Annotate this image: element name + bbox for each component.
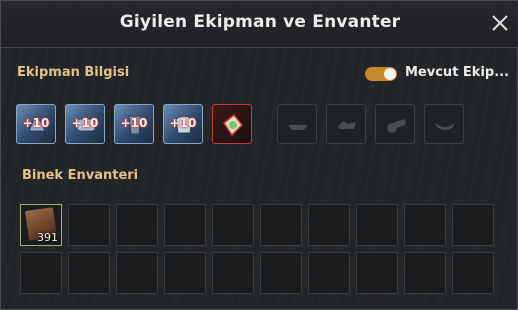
equip-slot-gem[interactable] (212, 104, 252, 144)
inventory-cell[interactable] (116, 204, 158, 246)
inventory-cell[interactable] (164, 204, 206, 246)
inventory-cell[interactable] (404, 204, 446, 246)
current-equipment-label: Mevcut Ekip... (405, 65, 510, 80)
enhancement-label: +10 (22, 116, 50, 130)
inventory-cell[interactable] (20, 252, 62, 294)
gem-card-icon (222, 113, 244, 137)
equipment-info-label: Ekipman Bilgisi (17, 65, 130, 80)
toggle-knob (384, 68, 396, 80)
current-equipment-toggle[interactable] (365, 67, 397, 81)
inventory-cell[interactable] (404, 252, 446, 294)
equip-slot-ornament[interactable] (424, 104, 464, 144)
close-icon[interactable] (489, 12, 511, 34)
inventory-cell[interactable] (452, 252, 494, 294)
inventory-cell[interactable] (68, 204, 110, 246)
inventory-cell[interactable] (212, 252, 254, 294)
inventory-cell[interactable] (260, 252, 302, 294)
cargo-slot-icon (338, 121, 356, 129)
inventory-cell[interactable] (164, 252, 206, 294)
equip-slot-head[interactable]: +10 (16, 104, 56, 144)
inventory-cell[interactable] (308, 204, 350, 246)
equip-slot-mask[interactable]: +10 (114, 104, 154, 144)
enhancement-label: +10 (169, 116, 197, 130)
equip-slot-barding[interactable]: +10 (163, 104, 203, 144)
cannon-slot-icon (387, 119, 407, 133)
inventory-cell[interactable] (116, 252, 158, 294)
inventory-cell[interactable] (356, 252, 398, 294)
title-bar: Giyilen Ekipman ve Envanter (1, 1, 518, 48)
inventory-cell[interactable] (212, 204, 254, 246)
enhancement-label: +10 (71, 116, 99, 130)
enhancement-label: +10 (120, 116, 148, 130)
mount-inventory-label: Binek Envanteri (22, 168, 139, 183)
equip-slot-boat[interactable] (277, 104, 317, 144)
inventory-cell[interactable] (260, 204, 302, 246)
inventory-cell[interactable] (452, 204, 494, 246)
equip-slot-body[interactable]: +10 (65, 104, 105, 144)
inventory-cell[interactable] (356, 204, 398, 246)
boat-slot-icon (288, 125, 308, 130)
equip-slot-cannon[interactable] (375, 104, 415, 144)
inventory-cell[interactable] (308, 252, 350, 294)
inventory-cell[interactable] (68, 252, 110, 294)
window-title: Giyilen Ekipman ve Envanter (119, 12, 401, 32)
ornament-slot-icon (435, 123, 455, 130)
item-count: 391 (37, 231, 58, 244)
equip-slot-cargo[interactable] (326, 104, 366, 144)
mount-equipment-window: Giyilen Ekipman ve Envanter Ekipman Bilg… (0, 0, 518, 310)
inventory-cell[interactable]: 391 (20, 204, 62, 246)
